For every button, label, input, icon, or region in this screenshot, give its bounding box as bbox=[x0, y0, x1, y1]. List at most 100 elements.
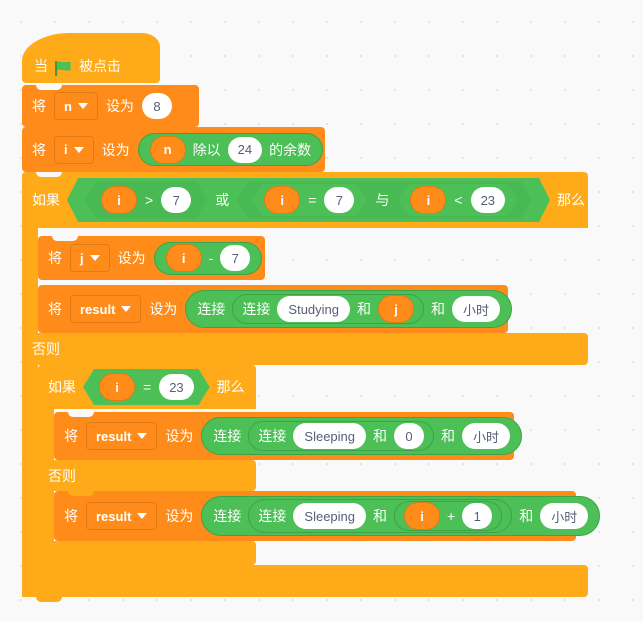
lt-value-input[interactable]: 23 bbox=[471, 187, 505, 213]
variable-name: result bbox=[96, 508, 132, 524]
operator-mod-block[interactable]: n 除以 24 的余数 bbox=[137, 133, 324, 166]
set-label: 将 bbox=[64, 428, 78, 444]
and-label: 和 bbox=[373, 428, 388, 444]
to-label: 设为 bbox=[105, 98, 134, 114]
set-label: 将 bbox=[32, 98, 46, 114]
variable-reporter-i[interactable]: i bbox=[264, 186, 300, 214]
operator-add-block[interactable]: i + 1 bbox=[394, 501, 503, 531]
gt-operator-symbol: > bbox=[145, 192, 154, 208]
and-label: 和 bbox=[519, 508, 534, 524]
value-input-8[interactable]: 8 bbox=[141, 93, 172, 119]
chevron-down-icon bbox=[73, 146, 84, 153]
chevron-down-icon bbox=[121, 306, 132, 312]
equals-value-input-23[interactable]: 23 bbox=[159, 374, 193, 400]
block-workspace[interactable]: 当 被点击 将 n 设为 8 将 i 设为 n 除以 24 的余数 如果 i >… bbox=[0, 0, 643, 622]
operator-join-inner-block[interactable]: 连接 Sleeping 和 0 bbox=[248, 421, 435, 451]
operator-join-outer-block[interactable]: 连接 连接 Studying 和 j 和 小时 bbox=[185, 290, 513, 328]
or-operator-block[interactable]: i > 7 或 i = 7 与 i < 23 bbox=[67, 178, 550, 222]
equals-operator-symbol: = bbox=[143, 379, 152, 395]
variable-reporter-i[interactable]: i bbox=[410, 186, 446, 214]
join-label: 连接 bbox=[213, 428, 242, 444]
variable-name: i bbox=[64, 142, 68, 157]
join-text-input-studying[interactable]: Studying bbox=[277, 296, 350, 322]
join-text-input-hours[interactable]: 小时 bbox=[540, 503, 589, 529]
inner-if-else-block-header[interactable]: 如果 i = 23 那么 bbox=[38, 365, 256, 409]
operator-join-inner-block[interactable]: 连接 Sleeping 和 i + 1 bbox=[248, 499, 513, 533]
greater-than-block[interactable]: i > 7 bbox=[85, 181, 207, 219]
minus-symbol: - bbox=[208, 250, 214, 266]
join-label: 连接 bbox=[242, 301, 271, 317]
outer-else-bar[interactable]: 否则 bbox=[22, 333, 588, 365]
variable-name: result bbox=[80, 301, 116, 317]
join-text-input-sleeping[interactable]: Sleeping bbox=[293, 423, 367, 449]
then-label: 那么 bbox=[557, 192, 586, 208]
equals-operator-symbol: = bbox=[308, 192, 317, 208]
gt-comparison-wrapper[interactable]: i > 7 bbox=[85, 181, 207, 219]
and-label: 和 bbox=[441, 428, 456, 444]
variable-dropdown-n[interactable]: n bbox=[54, 92, 98, 120]
event-when-flag-clicked-block[interactable]: 当 被点击 bbox=[22, 33, 160, 83]
variable-reporter-j[interactable]: j bbox=[378, 295, 414, 323]
subtract-value-input[interactable]: 7 bbox=[220, 245, 251, 271]
equals-block[interactable]: i = 7 bbox=[251, 184, 367, 216]
plus-symbol: + bbox=[447, 508, 456, 524]
outer-condition-boolean[interactable]: i > 7 或 i = 7 与 i < 23 bbox=[67, 178, 550, 222]
variable-dropdown-i[interactable]: i bbox=[54, 135, 94, 164]
outer-if-else-bottom-bar[interactable] bbox=[22, 565, 588, 597]
variable-dropdown-result[interactable]: result bbox=[70, 295, 142, 323]
or-label: 或 bbox=[215, 192, 230, 208]
to-label: 设为 bbox=[117, 250, 146, 266]
outer-if-left-spine bbox=[22, 172, 38, 597]
set-variable-result-sleeping-zero-block[interactable]: 将 result 设为 连接 连接 Sleeping 和 0 和 小时 bbox=[54, 412, 523, 460]
gt-value-input[interactable]: 7 bbox=[161, 187, 191, 213]
when-label: 当 bbox=[34, 58, 48, 74]
else-label: 否则 bbox=[48, 467, 76, 484]
operator-join-outer-block[interactable]: 连接 连接 Sleeping 和 i + 1 和 小时 bbox=[201, 496, 601, 536]
equals-value-input[interactable]: 7 bbox=[324, 187, 354, 213]
if-label: 如果 bbox=[32, 192, 60, 208]
join-text-input-sleeping[interactable]: Sleeping bbox=[293, 503, 367, 529]
mod-label: 除以 bbox=[192, 141, 221, 158]
less-than-block[interactable]: i < 23 bbox=[397, 184, 518, 216]
outer-if-else-block-header[interactable]: 如果 i > 7 或 i = 7 与 i < 23 那么 bbox=[22, 172, 588, 228]
to-label: 设为 bbox=[165, 428, 194, 444]
variable-reporter-i[interactable]: i bbox=[165, 244, 202, 272]
clicked-label: 被点击 bbox=[79, 58, 121, 74]
set-variable-i-block[interactable]: 将 i 设为 n 除以 24 的余数 bbox=[22, 127, 325, 172]
set-variable-result-sleeping-next-block[interactable]: 将 result 设为 连接 连接 Sleeping 和 i + 1 和 小时 bbox=[54, 491, 601, 541]
operator-subtract-block[interactable]: i - 7 bbox=[153, 241, 263, 275]
operator-join-outer-block[interactable]: 连接 连接 Sleeping 和 0 和 小时 bbox=[201, 417, 523, 455]
chevron-down-icon bbox=[89, 255, 100, 261]
inner-if-else-bottom-bar[interactable] bbox=[38, 541, 256, 565]
join-label: 连接 bbox=[197, 301, 226, 317]
and-label: 与 bbox=[375, 192, 390, 208]
variable-dropdown-result[interactable]: result bbox=[86, 502, 158, 530]
mod-divisor-input[interactable]: 24 bbox=[227, 136, 263, 163]
chevron-down-icon bbox=[137, 513, 148, 519]
green-flag-icon bbox=[55, 61, 72, 76]
set-variable-j-block[interactable]: 将 j 设为 i - 7 bbox=[38, 236, 265, 280]
variable-name: result bbox=[96, 428, 132, 444]
and-label: 和 bbox=[431, 301, 445, 317]
variable-dropdown-result[interactable]: result bbox=[86, 422, 158, 450]
join-text-input-hours[interactable]: 小时 bbox=[462, 423, 511, 449]
set-variable-result-studying-block[interactable]: 将 result 设为 连接 连接 Studying 和 j 和 小时 bbox=[38, 285, 513, 333]
variable-reporter-i[interactable]: i bbox=[101, 186, 137, 214]
variable-reporter-i[interactable]: i bbox=[404, 502, 441, 530]
else-label: 否则 bbox=[32, 341, 60, 357]
inner-condition-equals-block[interactable]: i = 23 bbox=[83, 369, 210, 405]
lt-operator-symbol: < bbox=[454, 192, 463, 208]
variable-reporter-n[interactable]: n bbox=[149, 135, 186, 164]
inner-else-bar[interactable]: 否则 bbox=[38, 460, 256, 491]
operator-join-inner-block[interactable]: 连接 Studying 和 j bbox=[232, 294, 424, 324]
remainder-label: 的余数 bbox=[269, 141, 312, 158]
join-value-input-zero[interactable]: 0 bbox=[394, 423, 425, 449]
variable-dropdown-j[interactable]: j bbox=[70, 244, 110, 272]
add-value-input[interactable]: 1 bbox=[462, 503, 493, 529]
join-label: 连接 bbox=[258, 508, 287, 524]
join-text-input-hours[interactable]: 小时 bbox=[452, 296, 501, 322]
and-operator-block[interactable]: i = 7 与 i < 23 bbox=[237, 181, 532, 219]
set-variable-n-block[interactable]: 将 n 设为 8 bbox=[22, 85, 199, 127]
variable-reporter-i[interactable]: i bbox=[99, 373, 135, 401]
set-label: 将 bbox=[64, 508, 78, 524]
